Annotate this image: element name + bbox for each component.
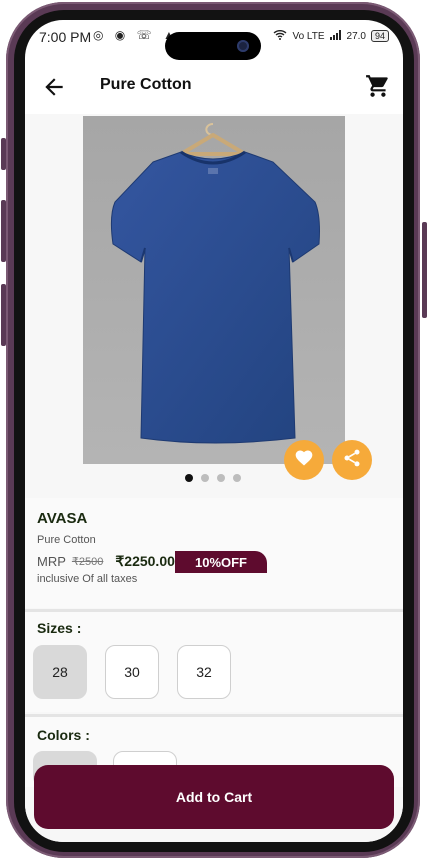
size-option-30[interactable]: 30 [105, 645, 159, 699]
price-row: MRP ₹2500 ₹2250.00 [37, 553, 175, 570]
discount-badge: 10%OFF [175, 551, 267, 573]
add-to-cart-button[interactable]: Add to Cart [34, 765, 394, 829]
sizes-title: Sizes : [37, 620, 82, 636]
speed-label: 27.0 [346, 30, 366, 42]
status-bar: 7:00 PM ◎ ◉ ☏ ▲ Vo LTE 27.0 94 [25, 20, 403, 60]
side-button [422, 222, 427, 318]
shopping-cart-icon[interactable] [365, 73, 391, 99]
brand-name: AVASA [37, 510, 88, 527]
product-content: AVASA Pure Cotton MRP ₹2500 ₹2250.00 10%… [25, 114, 403, 842]
carousel-dot[interactable] [217, 474, 225, 482]
product-subtitle: Pure Cotton [37, 534, 96, 546]
arrow-left-icon[interactable] [41, 74, 67, 100]
dynamic-island [165, 32, 261, 60]
network-label: Vo LTE [292, 30, 325, 42]
status-right: Vo LTE 27.0 94 [273, 29, 389, 43]
size-option-28[interactable]: 28 [33, 645, 87, 699]
favorite-button[interactable] [284, 440, 324, 480]
colors-title: Colors : [37, 727, 90, 743]
carousel-dot[interactable] [201, 474, 209, 482]
mrp-label: MRP [37, 554, 66, 569]
app-bar: Pure Cotton [25, 60, 403, 114]
wifi-icon [273, 29, 287, 43]
carousel-dot[interactable] [233, 474, 241, 482]
heart-icon [294, 448, 314, 473]
sizes-section: Sizes : 28 30 32 [25, 612, 403, 712]
signal-icon [329, 29, 342, 43]
side-button [1, 284, 6, 346]
carousel-dot[interactable] [185, 474, 193, 482]
product-image[interactable] [83, 116, 345, 464]
camera-icon [237, 40, 249, 52]
mrp-old-price: ₹2500 [71, 556, 104, 568]
size-option-32[interactable]: 32 [177, 645, 231, 699]
tshirt-image [83, 116, 345, 464]
taxes-note: inclusive Of all taxes [37, 573, 138, 585]
share-button[interactable] [332, 440, 372, 480]
battery-icon: 94 [370, 30, 389, 42]
product-info: AVASA Pure Cotton MRP ₹2500 ₹2250.00 10%… [25, 498, 403, 608]
side-button [1, 200, 6, 262]
screen: 7:00 PM ◎ ◉ ☏ ▲ Vo LTE 27.0 94 Pure Cott… [25, 20, 403, 842]
side-button [1, 138, 6, 170]
status-time: 7:00 PM [39, 29, 92, 45]
share-icon [342, 448, 362, 473]
carousel-indicator [185, 474, 241, 482]
current-price: ₹2250.00 [115, 553, 175, 569]
page-title: Pure Cotton [100, 76, 192, 93]
